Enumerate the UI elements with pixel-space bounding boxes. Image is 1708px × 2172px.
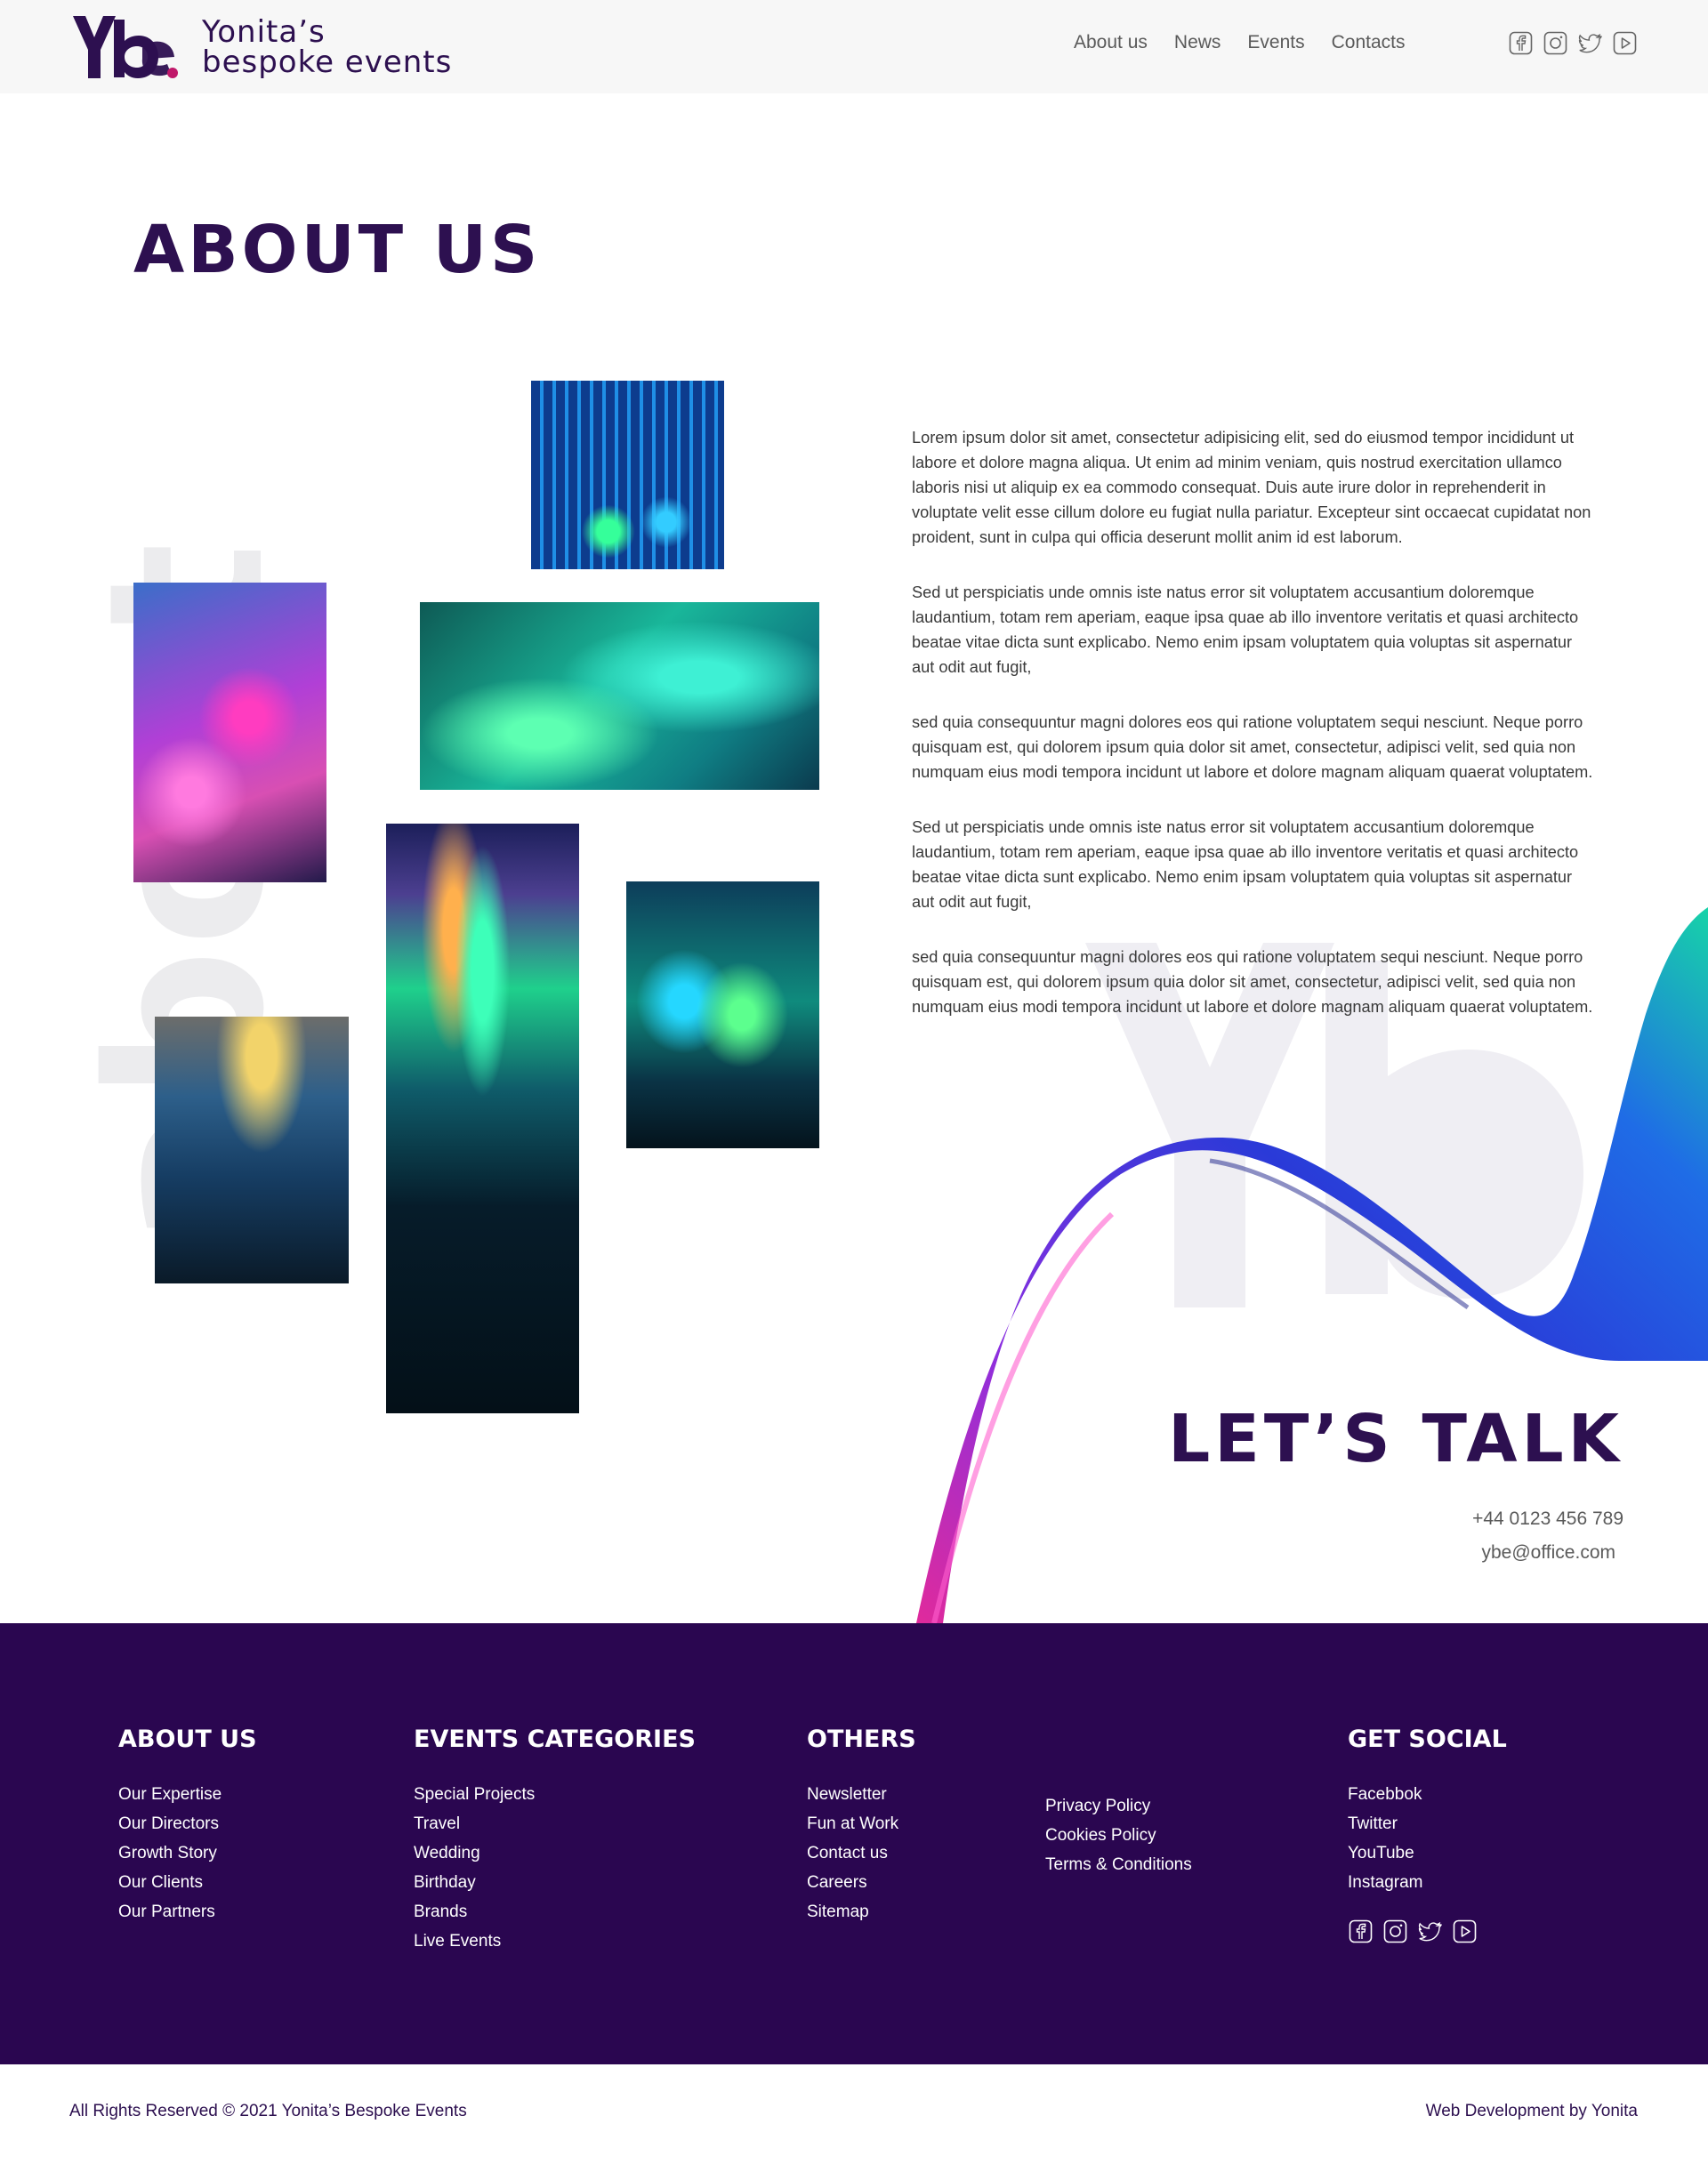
footer-link[interactable]: Careers bbox=[807, 1868, 916, 1897]
brand-line-1: Yonita’s bbox=[202, 14, 326, 50]
footer-heading-others: OTHERS bbox=[807, 1726, 916, 1753]
footer-link[interactable]: YouTube bbox=[1348, 1838, 1507, 1868]
nav-news[interactable]: News bbox=[1174, 32, 1221, 53]
event-photo-concert-stage bbox=[626, 881, 819, 1148]
youtube-icon[interactable] bbox=[1613, 31, 1637, 55]
footer-link[interactable]: Terms & Conditions bbox=[1045, 1850, 1192, 1879]
event-photo-confetti bbox=[133, 583, 326, 882]
contact-phone[interactable]: +44 0123 456 789 bbox=[1472, 1508, 1623, 1530]
footer-link[interactable]: Live Events bbox=[414, 1927, 696, 1956]
footer-link[interactable]: Contact us bbox=[807, 1838, 916, 1868]
event-photo-green-beams bbox=[420, 602, 819, 790]
footer-heading-about: ABOUT US bbox=[118, 1726, 257, 1753]
footer-link[interactable]: Travel bbox=[414, 1809, 696, 1838]
footer-link[interactable]: Facebbok bbox=[1348, 1780, 1507, 1809]
credit-link[interactable]: Web Development by Yonita bbox=[1426, 2102, 1638, 2121]
footer-link[interactable]: Cookies Policy bbox=[1045, 1821, 1192, 1850]
footer-link[interactable]: Birthday bbox=[414, 1868, 696, 1897]
nav-about-us[interactable]: About us bbox=[1074, 32, 1148, 53]
instagram-icon[interactable] bbox=[1383, 1919, 1407, 1943]
nav-contacts[interactable]: Contacts bbox=[1332, 32, 1406, 53]
about-paragraph: Sed ut perspiciatis unde omnis iste natu… bbox=[912, 583, 1579, 676]
site-header: Yonita’s bespoke events About us News Ev… bbox=[0, 0, 1708, 93]
copyright-text: All Rights Reserved © 2021 Yonita’s Besp… bbox=[69, 2102, 467, 2120]
brand-name: Yonita’s bespoke events bbox=[202, 17, 452, 77]
footer-heading-social: GET SOCIAL bbox=[1348, 1726, 1507, 1753]
footer-link[interactable]: Special Projects bbox=[414, 1780, 696, 1809]
twitter-icon[interactable] bbox=[1578, 31, 1602, 55]
footer-link[interactable]: Our Expertise bbox=[118, 1780, 257, 1809]
facebook-icon[interactable] bbox=[1509, 31, 1533, 55]
youtube-icon[interactable] bbox=[1453, 1919, 1477, 1943]
footer-social-column: GET SOCIAL Facebbok Twitter YouTube Inst… bbox=[1348, 1726, 1507, 1897]
about-paragraph: sed quia consequuntur magni dolores eos … bbox=[912, 713, 1593, 781]
footer-legal-column: Privacy Policy Cookies Policy Terms & Co… bbox=[1045, 1791, 1192, 1879]
footer-link[interactable]: Our Partners bbox=[118, 1897, 257, 1927]
site-footer: ABOUT US Our Expertise Our Directors Gro… bbox=[0, 1623, 1708, 2064]
footer-link[interactable]: Privacy Policy bbox=[1045, 1791, 1192, 1821]
contact-email[interactable]: ybe@office.com bbox=[1482, 1542, 1616, 1564]
footer-others-column: OTHERS Newsletter Fun at Work Contact us… bbox=[807, 1726, 916, 1927]
footer-about-column: ABOUT US Our Expertise Our Directors Gro… bbox=[118, 1726, 257, 1927]
footer-events-column: EVENTS CATEGORIES Special Projects Trave… bbox=[414, 1726, 696, 1956]
ybe-logo-mark bbox=[73, 16, 178, 78]
lets-talk-heading: LET’S TALK bbox=[1168, 1401, 1623, 1477]
footer-link[interactable]: Our Clients bbox=[118, 1868, 257, 1897]
footer-link[interactable]: Brands bbox=[414, 1897, 696, 1927]
footer-link[interactable]: Our Directors bbox=[118, 1809, 257, 1838]
logo[interactable]: Yonita’s bespoke events bbox=[71, 14, 452, 80]
nav-events[interactable]: Events bbox=[1247, 32, 1304, 53]
footer-link[interactable]: Fun at Work bbox=[807, 1809, 916, 1838]
about-paragraph: Lorem ipsum dolor sit amet, consectetur … bbox=[912, 429, 1591, 546]
footer-link[interactable]: Sitemap bbox=[807, 1897, 916, 1927]
twitter-icon[interactable] bbox=[1418, 1919, 1442, 1943]
instagram-icon[interactable] bbox=[1543, 31, 1567, 55]
footer-heading-events: EVENTS CATEGORIES bbox=[414, 1726, 696, 1753]
event-photo-crowd-silhouette bbox=[155, 1017, 349, 1283]
footer-link[interactable]: Wedding bbox=[414, 1838, 696, 1868]
footer-link[interactable]: Growth Story bbox=[118, 1838, 257, 1868]
main-nav: About us News Events Contacts bbox=[1074, 32, 1432, 53]
event-photo-stage-lights bbox=[531, 381, 724, 569]
event-photo-crowd-tall bbox=[386, 824, 579, 1413]
footer-link[interactable]: Instagram bbox=[1348, 1868, 1507, 1897]
about-paragraph: Sed ut perspiciatis unde omnis iste natu… bbox=[912, 818, 1579, 911]
bottom-bar: All Rights Reserved © 2021 Yonita’s Besp… bbox=[0, 2064, 1708, 2172]
facebook-icon[interactable] bbox=[1349, 1919, 1373, 1943]
header-social-links bbox=[1509, 31, 1637, 55]
footer-social-icons bbox=[1349, 1919, 1477, 1943]
page-title: ABOUT US bbox=[133, 212, 542, 288]
brand-line-2: bespoke events bbox=[202, 44, 453, 80]
footer-link[interactable]: Newsletter bbox=[807, 1780, 916, 1809]
footer-link[interactable]: Twitter bbox=[1348, 1809, 1507, 1838]
